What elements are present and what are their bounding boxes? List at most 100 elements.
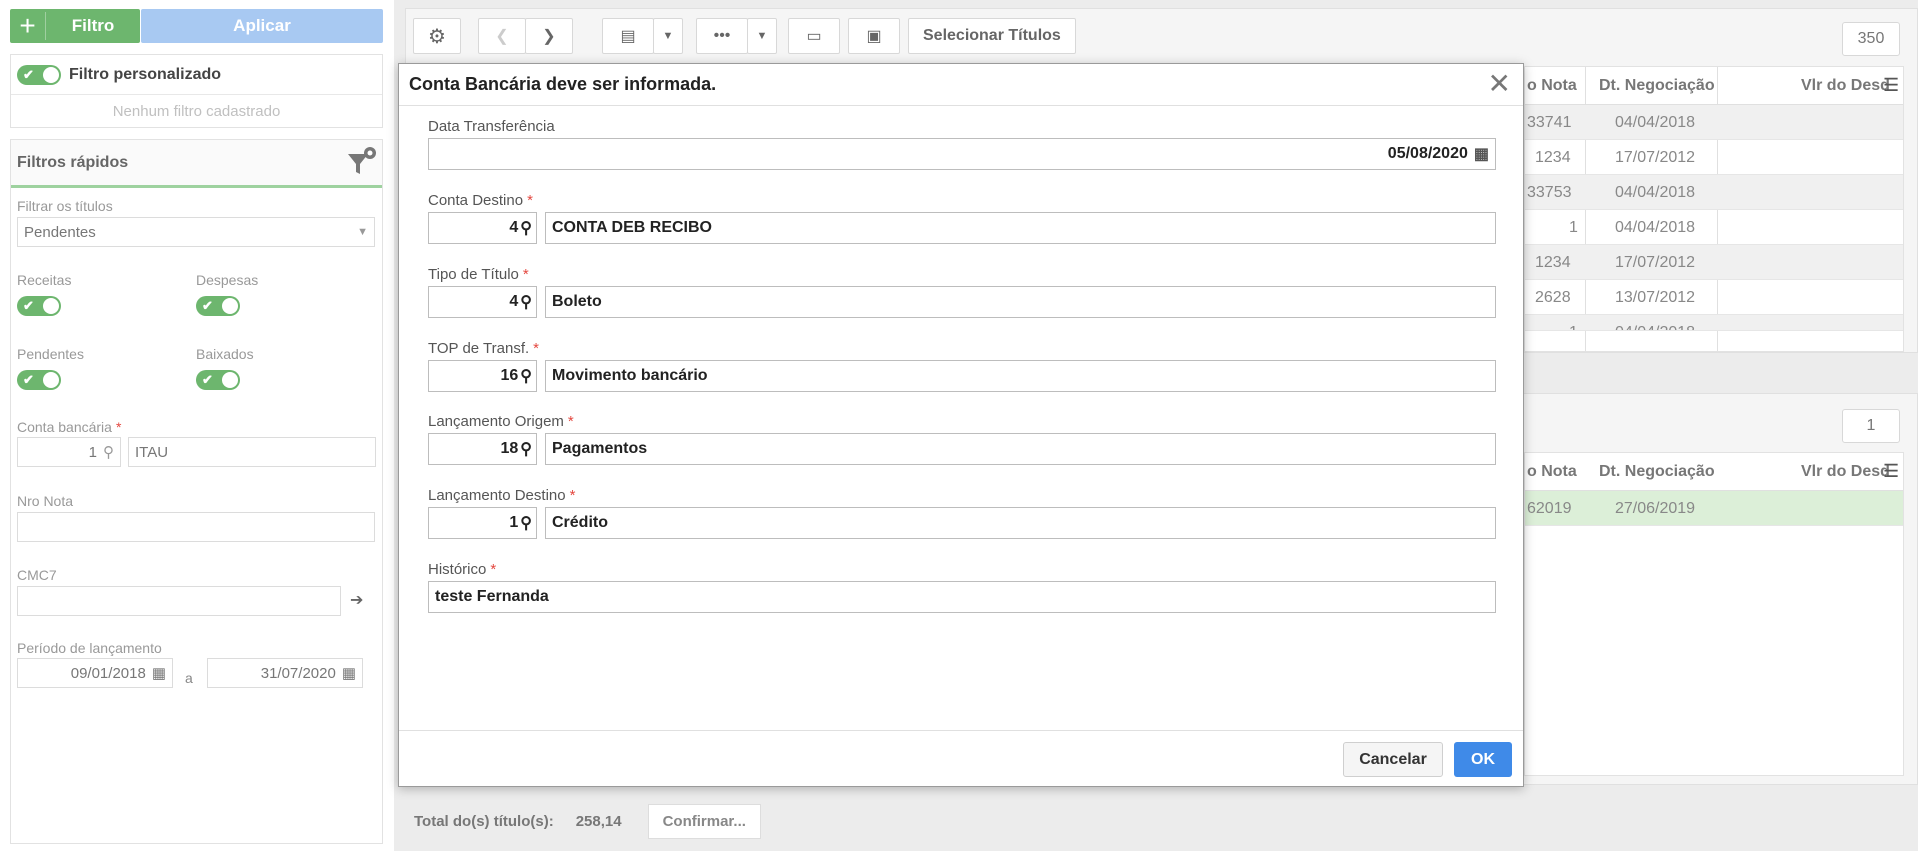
periodo-separator: a	[185, 670, 193, 686]
tipo-titulo-label-text: Tipo de Título	[428, 266, 519, 283]
plus-icon: +	[10, 12, 46, 40]
cell-nota: 1234	[1535, 254, 1571, 271]
cancel-button[interactable]: Cancelar	[1343, 742, 1443, 777]
cell-dt: 04/04/2018	[1615, 184, 1696, 201]
dialog-footer-divider	[399, 730, 1523, 731]
check-icon: ✔	[202, 298, 213, 313]
custom-filter-toggle[interactable]: ✔	[17, 64, 61, 85]
quick-filters-card: Filtros rápidos Filtrar os títulos Pende…	[10, 139, 383, 844]
table-row[interactable]: 1234 17/07/2012	[1525, 245, 1903, 280]
required-mark: *	[527, 192, 533, 209]
periodo-label: Período de lançamento	[17, 640, 162, 656]
cell-nota: 62019	[1527, 500, 1572, 517]
top-grid: o Nota Dt. Negociação Vlr do Desd ☰ 3374…	[1524, 66, 1904, 352]
required-mark: *	[569, 487, 576, 504]
cmc7-input[interactable]	[17, 586, 341, 616]
arrow-right-icon[interactable]: ➔	[350, 590, 363, 610]
table-row[interactable]: 2628 13/07/2012	[1525, 280, 1903, 315]
required-mark: *	[115, 419, 122, 435]
top-transf-label-text: TOP de Transf.	[428, 340, 530, 357]
table-row[interactable]: 33741 04/04/2018	[1525, 105, 1903, 140]
col-vlr-desd[interactable]: Vlr do Desd	[1801, 453, 1890, 491]
table-row[interactable]: 1 04/04/2018	[1525, 210, 1903, 245]
confirm-button[interactable]: Confirmar...	[647, 803, 761, 839]
col-nota[interactable]: o Nota	[1527, 453, 1577, 491]
calendar-icon[interactable]: ▦	[152, 664, 166, 682]
lanc-origem-label: Lançamento Origem *	[428, 413, 574, 430]
document-dropdown-button[interactable]: ▼	[653, 18, 683, 54]
conta-destino-code-input[interactable]: 4 ⚲	[428, 212, 537, 244]
cell-nota: 1	[1569, 219, 1578, 236]
more-button[interactable]: •••	[696, 18, 748, 54]
menu-icon[interactable]: ☰	[1883, 75, 1899, 96]
calendar-icon[interactable]: ▦	[1474, 144, 1489, 164]
close-icon[interactable]: ✕	[1488, 70, 1511, 98]
lanc-origem-desc-field: Pagamentos	[545, 433, 1496, 465]
top-transf-code-input[interactable]: 16 ⚲	[428, 360, 537, 392]
table-row[interactable]: 1234 17/07/2012	[1525, 140, 1903, 175]
ok-button[interactable]: OK	[1454, 742, 1512, 777]
search-icon[interactable]: ⚲	[520, 218, 532, 238]
periodo-end-value: 31/07/2020	[260, 664, 336, 682]
filter-settings-icon[interactable]	[346, 146, 376, 178]
apply-button[interactable]: Aplicar	[141, 9, 383, 43]
despesas-toggle[interactable]: ✔	[196, 296, 240, 316]
filter-titles-select[interactable]: Pendentes ▼	[17, 217, 375, 247]
document-button[interactable]: ▤	[602, 18, 654, 54]
col-dt-negociacao[interactable]: Dt. Negociação	[1599, 453, 1715, 491]
more-dropdown-button[interactable]: ▼	[747, 18, 777, 54]
historico-input[interactable]: teste Fernanda	[428, 581, 1496, 613]
historico-label-text: Histórico	[428, 561, 487, 578]
periodo-start-input[interactable]: 09/01/2018 ▦	[17, 658, 173, 688]
required-mark: *	[533, 340, 540, 357]
top-transf-label: TOP de Transf. *	[428, 340, 539, 357]
select-titles-button[interactable]: Selecionar Títulos	[908, 18, 1076, 54]
lanc-destino-label: Lançamento Destino *	[428, 487, 575, 504]
lanc-destino-code-input[interactable]: 1 ⚲	[428, 507, 537, 539]
cell-dt: 27/06/2019	[1615, 500, 1696, 517]
search-icon[interactable]: ⚲	[520, 513, 532, 533]
add-filter-button[interactable]: + Filtro	[10, 9, 140, 43]
footer-bar: Total do(s) título(s): 258,14 Confirmar.…	[405, 791, 1918, 851]
top-transf-desc-field: Movimento bancário	[545, 360, 1496, 392]
chevron-left-icon: ❮	[495, 28, 509, 45]
quick-filters-header: Filtros rápidos	[11, 140, 382, 188]
receitas-toggle[interactable]: ✔	[17, 296, 61, 316]
nro-nota-input[interactable]	[17, 512, 375, 542]
conta-bancaria-code-field[interactable]: 1 ⚲	[17, 437, 121, 467]
periodo-start-value: 09/01/2018	[70, 664, 146, 682]
search-icon[interactable]: ⚲	[520, 292, 532, 312]
tipo-titulo-code-input[interactable]: 4 ⚲	[428, 286, 537, 318]
chevron-down-icon: ▼	[357, 226, 368, 238]
col-vlr-desd[interactable]: Vlr do Desd	[1801, 67, 1890, 105]
table-row[interactable]: 1 04/04/2018	[1525, 315, 1903, 331]
pendentes-toggle[interactable]: ✔	[17, 370, 61, 390]
settings-button[interactable]: ⚙	[413, 18, 461, 54]
search-icon[interactable]: ⚲	[520, 366, 532, 386]
menu-icon[interactable]: ☰	[1883, 461, 1899, 482]
lanc-origem-code-input[interactable]: 18 ⚲	[428, 433, 537, 465]
archive-button[interactable]: ▣	[848, 18, 900, 54]
search-icon[interactable]: ⚲	[103, 443, 114, 461]
baixados-toggle[interactable]: ✔	[196, 370, 240, 390]
total-value: 258,14	[575, 812, 622, 830]
table-row[interactable]: 62019 27/06/2019	[1525, 491, 1903, 526]
table-row[interactable]: 33753 04/04/2018	[1525, 175, 1903, 210]
quick-filters-title: Filtros rápidos	[17, 153, 129, 171]
next-button[interactable]: ❯	[525, 18, 573, 54]
tipo-titulo-desc-field: Boleto	[545, 286, 1496, 318]
col-dt-negociacao[interactable]: Dt. Negociação	[1599, 67, 1715, 105]
check-icon: ✔	[23, 298, 34, 313]
lanc-origem-code: 18	[500, 440, 519, 457]
prev-button[interactable]: ❮	[478, 18, 526, 54]
cell-dt: 04/04/2018	[1615, 315, 1695, 330]
search-icon[interactable]: ⚲	[520, 439, 532, 459]
payment-button[interactable]: ▭	[788, 18, 840, 54]
data-transferencia-label: Data Transferência	[428, 118, 555, 135]
calendar-icon[interactable]: ▦	[342, 664, 356, 682]
data-transferencia-input[interactable]: 05/08/2020 ▦	[428, 138, 1496, 170]
receitas-label: Receitas	[17, 272, 72, 288]
conta-destino-label-text: Conta Destino	[428, 192, 524, 209]
col-nota[interactable]: o Nota	[1527, 67, 1577, 105]
periodo-end-input[interactable]: 31/07/2020 ▦	[207, 658, 363, 688]
